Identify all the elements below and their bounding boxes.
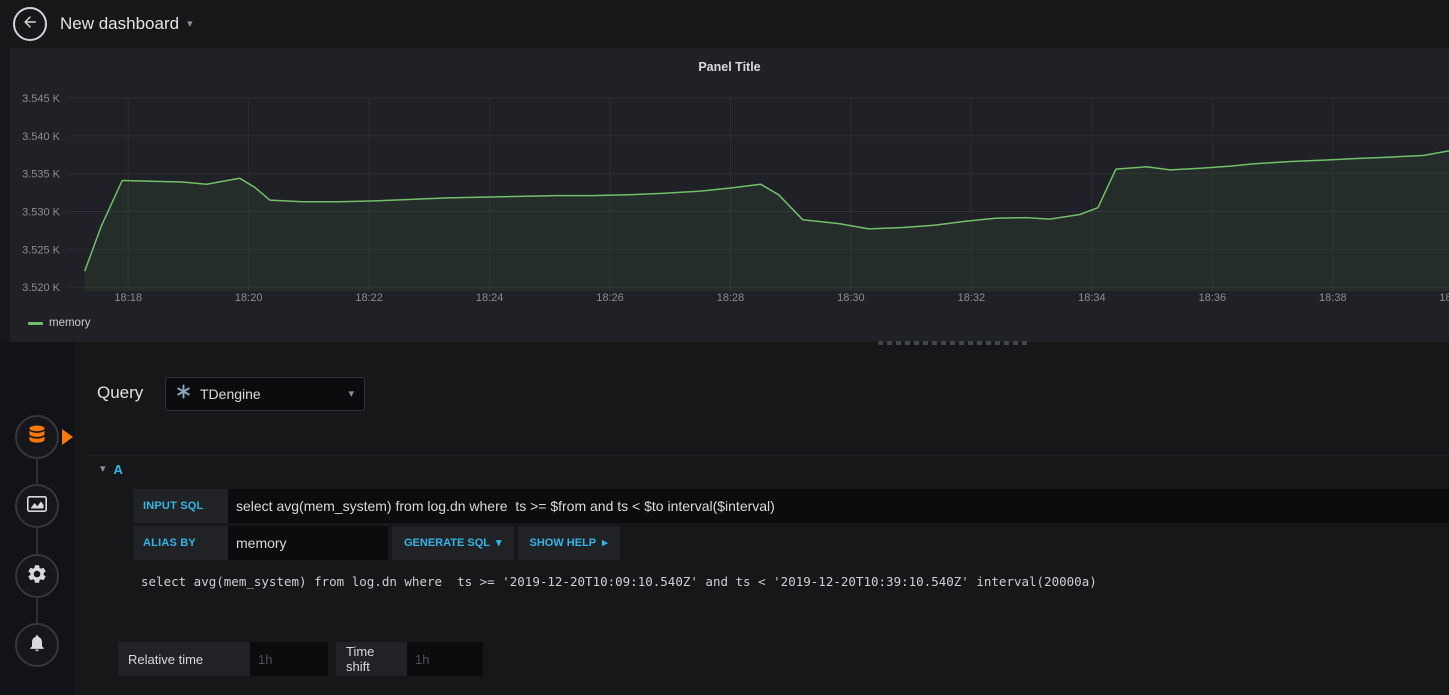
- panel-editor-tab-rail: [0, 342, 75, 695]
- input-sql-field[interactable]: [228, 489, 1449, 523]
- svg-text:3.535 K: 3.535 K: [22, 169, 61, 181]
- active-tab-arrow-icon: [62, 429, 73, 445]
- alias-by-field[interactable]: [228, 526, 388, 560]
- svg-text:3.525 K: 3.525 K: [22, 244, 61, 256]
- svg-text:18:28: 18:28: [717, 292, 745, 304]
- dashboard-title: New dashboard: [60, 14, 180, 33]
- tab-general[interactable]: [15, 554, 59, 598]
- time-series-chart[interactable]: 18:18 18:20 18:22 18:24 18:26 18:28 18:30 18:32…: [10, 79, 1449, 319]
- bell-icon: [27, 633, 47, 658]
- show-help-button[interactable]: SHOW HELP ▸: [517, 526, 620, 560]
- chevron-down-icon: ▾: [187, 17, 193, 30]
- chart-icon: [25, 492, 49, 521]
- top-nav: New dashboard ▾: [0, 0, 1449, 48]
- legend-color-swatch: [28, 321, 43, 325]
- svg-text:18:36: 18:36: [1199, 292, 1227, 304]
- relative-time-label: Relative time: [118, 642, 250, 676]
- svg-text:18:30: 18:30: [837, 292, 865, 304]
- alias-by-row: ALIAS BY GENERATE SQL ▾ SHOW HELP ▸: [133, 526, 620, 560]
- dashboard-title-menu[interactable]: New dashboard ▾: [60, 0, 193, 48]
- panel-resize-handle[interactable]: [878, 341, 1030, 345]
- chevron-down-icon: ▾: [495, 536, 502, 549]
- collapse-caret-icon: ▾: [100, 462, 106, 475]
- show-help-label: SHOW HELP: [529, 537, 597, 549]
- relative-time-input[interactable]: [250, 642, 328, 676]
- svg-text:18:18: 18:18: [114, 292, 142, 304]
- input-sql-label: INPUT SQL: [133, 489, 228, 523]
- svg-text:18:38: 18:38: [1319, 292, 1347, 304]
- back-button[interactable]: [13, 7, 47, 41]
- query-ref-letter: A: [113, 461, 123, 477]
- datasource-selected-value: TDengine: [200, 386, 261, 402]
- tab-rail-connector: [36, 437, 38, 645]
- svg-text:3.540 K: 3.540 K: [22, 131, 61, 143]
- svg-text:18:20: 18:20: [235, 292, 263, 304]
- arrow-left-icon: [21, 13, 39, 36]
- svg-text:18:40: 18:40: [1439, 292, 1449, 304]
- svg-text:18:24: 18:24: [476, 292, 504, 304]
- tab-visualization[interactable]: [15, 484, 59, 528]
- gear-icon: [26, 563, 48, 590]
- svg-text:3.530 K: 3.530 K: [22, 207, 61, 219]
- chart-legend[interactable]: memory: [28, 317, 91, 329]
- input-sql-row: INPUT SQL: [133, 489, 1449, 523]
- generate-sql-label: GENERATE SQL: [404, 537, 490, 549]
- legend-series-memory[interactable]: memory: [49, 317, 91, 329]
- generate-sql-button[interactable]: GENERATE SQL ▾: [392, 526, 514, 560]
- query-ref-row[interactable]: ▾ A: [90, 455, 1449, 482]
- time-shift-label: Time shift: [336, 642, 407, 676]
- chevron-down-icon: ▾: [348, 387, 354, 400]
- database-icon: [26, 424, 48, 451]
- svg-text:18:22: 18:22: [355, 292, 383, 304]
- generated-sql-preview: select avg(mem_system) from log.dn where…: [141, 574, 1097, 589]
- svg-text:18:26: 18:26: [596, 292, 624, 304]
- chevron-right-icon: ▸: [602, 536, 608, 549]
- query-options-row: Relative time Time shift: [118, 642, 483, 676]
- svg-text:18:34: 18:34: [1078, 292, 1106, 304]
- datasource-picker[interactable]: TDengine ▾: [165, 377, 365, 411]
- panel-title[interactable]: Panel Title: [10, 60, 1449, 74]
- chart-panel: Panel Title 18:18 18:20 18:22 18:24 18:26 18:…: [10, 48, 1449, 342]
- tab-alert[interactable]: [15, 623, 59, 667]
- tab-queries[interactable]: [15, 415, 59, 459]
- query-section-title: Query: [97, 383, 144, 402]
- tdengine-logo-icon: [176, 384, 191, 404]
- svg-text:18:32: 18:32: [958, 292, 986, 304]
- svg-text:3.520 K: 3.520 K: [22, 282, 61, 294]
- svg-text:3.545 K: 3.545 K: [22, 93, 61, 105]
- alias-by-label: ALIAS BY: [133, 526, 228, 560]
- time-shift-input[interactable]: [407, 642, 483, 676]
